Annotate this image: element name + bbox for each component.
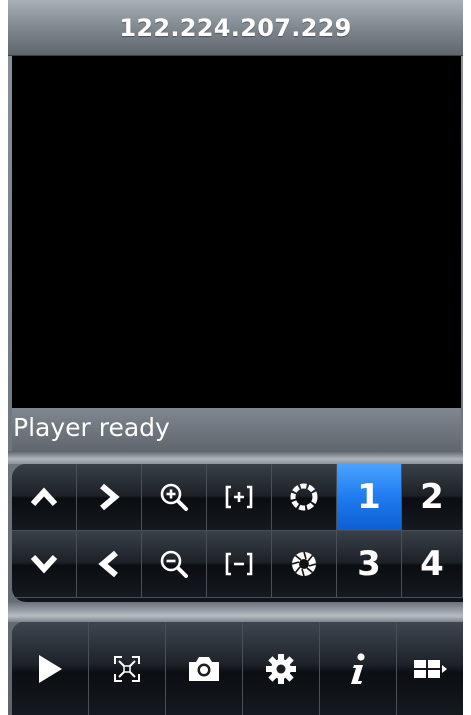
pan-right-button[interactable]	[77, 464, 142, 531]
chevron-down-icon	[30, 554, 58, 574]
chevron-up-icon	[30, 487, 58, 507]
fullscreen-icon	[114, 655, 140, 682]
iris-close-icon	[291, 551, 317, 577]
channel-label: 1	[357, 477, 381, 517]
video-player[interactable]	[12, 56, 461, 408]
ptz-control-panel: 1 2 3 4	[12, 464, 463, 602]
iris-open-icon	[290, 483, 318, 511]
zoom-in-button[interactable]	[142, 464, 207, 531]
fullscreen-button[interactable]	[89, 622, 166, 715]
play-button[interactable]	[12, 622, 89, 715]
title-bar: 122.224.207.229	[8, 0, 463, 56]
chevron-left-icon	[98, 550, 118, 578]
page-title: 122.224.207.229	[119, 13, 352, 42]
snapshot-button[interactable]	[166, 622, 243, 715]
tilt-up-button[interactable]	[12, 464, 77, 531]
status-text: Player ready	[13, 413, 170, 442]
zoom-in-icon	[160, 483, 188, 511]
status-bar: Player ready	[12, 408, 461, 451]
iris-open-button[interactable]	[272, 464, 337, 531]
focus-far-button[interactable]	[207, 531, 272, 598]
zoom-out-button[interactable]	[142, 531, 207, 598]
channel-label: 3	[357, 544, 381, 584]
divider	[8, 451, 463, 464]
zoom-out-icon	[160, 550, 188, 578]
play-icon	[39, 654, 62, 683]
channel-1-button[interactable]: 1	[337, 464, 402, 531]
channel-2-button[interactable]: 2	[402, 464, 463, 531]
channel-label: 2	[420, 477, 444, 517]
channel-label: 4	[420, 544, 444, 584]
layout-grid-icon	[414, 659, 447, 678]
layout-button[interactable]	[397, 622, 463, 715]
focus-far-icon	[225, 552, 253, 576]
gear-icon	[266, 653, 296, 684]
channel-4-button[interactable]: 4	[402, 531, 463, 598]
info-button[interactable]	[320, 622, 397, 715]
channel-3-button[interactable]: 3	[337, 531, 402, 598]
focus-near-icon	[225, 485, 253, 509]
focus-near-button[interactable]	[207, 464, 272, 531]
tilt-down-button[interactable]	[12, 531, 77, 598]
camera-icon	[189, 656, 219, 681]
info-icon	[351, 652, 365, 684]
action-toolbar	[12, 622, 463, 715]
divider	[8, 602, 463, 622]
chevron-right-icon	[100, 483, 120, 511]
settings-button[interactable]	[243, 622, 320, 715]
pan-left-button[interactable]	[77, 531, 142, 598]
iris-close-button[interactable]	[272, 531, 337, 598]
